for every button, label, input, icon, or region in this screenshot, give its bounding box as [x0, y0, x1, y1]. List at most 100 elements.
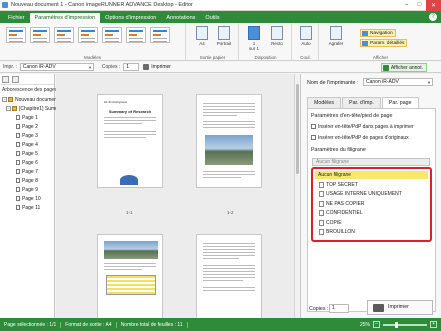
collapse-toggle-icon[interactable]: −	[2, 97, 7, 103]
zoom-in-button[interactable]: +	[430, 321, 437, 328]
show-annotations-button[interactable]: Afficher annot.	[380, 62, 427, 72]
menu-tab-options-impression[interactable]: Options d'impression	[100, 13, 161, 23]
header-footer-print-checkbox[interactable]: Insérer en-tête/PdP dans pages à imprime…	[311, 124, 414, 130]
tree-page-item[interactable]: Page 4	[16, 141, 38, 149]
template-thumbnail[interactable]	[54, 27, 74, 43]
collapse-toggle-icon[interactable]: −	[6, 106, 11, 112]
header-footer-original-checkbox[interactable]: Insérer en-tête/PdP de pages d'originaux	[311, 135, 409, 141]
text-line	[203, 271, 255, 272]
printer-select[interactable]: Canon iR-ADV ▼	[19, 63, 94, 71]
text-line	[203, 255, 255, 256]
scrollbar-thumb[interactable]	[296, 84, 299, 174]
print-toolbar-button[interactable]: Imprimer	[142, 63, 174, 72]
text-line	[203, 249, 255, 250]
group-label-afficher: Afficher	[372, 55, 389, 60]
color-mode-button[interactable]: Auto	[297, 26, 315, 46]
tab-par-imp[interactable]: Par. d'imp.	[342, 97, 381, 108]
tree-item-label: Page 10	[22, 196, 41, 202]
menu-tab-parametres-impression[interactable]: Paramètres d'impression	[29, 13, 101, 23]
tree-page-item[interactable]: Page 1	[16, 114, 38, 122]
template-thumbnail[interactable]	[78, 27, 98, 43]
zoom-slider-knob[interactable]	[395, 321, 398, 328]
page-thumbnail-1[interactable]: ILL-01 Anonymous Summary of Research	[97, 94, 163, 188]
watermark-option[interactable]: CONFIDENTIEL	[316, 209, 427, 217]
staple-icon	[330, 26, 342, 40]
tab-par-page[interactable]: Par. page	[381, 97, 419, 108]
detailed-settings-toggle[interactable]: Param. détaillés	[360, 39, 408, 47]
header-footer-print-label: Insérer en-tête/PdP dans pages à imprime…	[318, 124, 414, 130]
text-line	[104, 134, 156, 135]
paper-size-label: A4	[199, 41, 205, 46]
duplex-icon	[271, 26, 283, 40]
text-line	[203, 268, 255, 269]
close-button[interactable]: ✕	[426, 0, 441, 11]
printer-name-select[interactable]: Canon iR-ADV ▼	[363, 78, 433, 86]
text-line	[104, 131, 156, 132]
tree-page-item[interactable]: Page 7	[16, 168, 38, 176]
text-line	[203, 127, 255, 128]
page-thumbnail-3[interactable]	[97, 234, 163, 318]
watermark-option[interactable]: NE PAS COPIER	[316, 200, 427, 208]
layout-icon	[248, 26, 260, 40]
copies-input[interactable]: 1	[329, 304, 349, 313]
checkbox-icon	[311, 135, 316, 141]
template-thumbnail[interactable]	[126, 27, 146, 43]
navigation-icon	[362, 31, 368, 36]
zoom-slider[interactable]	[383, 321, 427, 328]
duplex-button[interactable]: Recto	[266, 26, 288, 46]
canvas-scrollbar[interactable]	[294, 74, 299, 318]
chevron-down-icon: ▼	[427, 80, 431, 85]
color-icon	[300, 26, 312, 40]
print-button[interactable]: Imprimer	[367, 300, 433, 315]
page-icon	[16, 178, 20, 184]
text-line	[104, 117, 156, 118]
tab-modeles[interactable]: Modèles	[307, 97, 342, 108]
watermark-select[interactable]: Aucun filigrane	[312, 158, 430, 166]
tree-page-item[interactable]: Page 9	[16, 186, 38, 194]
tree-page-item[interactable]: Page 2	[16, 123, 38, 131]
text-line	[104, 123, 142, 124]
orientation-button[interactable]: Portrait	[213, 26, 235, 46]
copies-input[interactable]: 1	[123, 63, 140, 71]
minimize-button[interactable]: –	[400, 0, 413, 11]
tree-page-item[interactable]: Page 5	[16, 150, 38, 158]
watermark-option[interactable]: Aucun filigrane	[315, 171, 428, 179]
text-line	[203, 280, 243, 281]
tree-page-item[interactable]: Page 10	[16, 195, 41, 203]
settings-pane: Nom de l'imprimante : Canon iR-ADV ▼ Mod…	[300, 74, 441, 318]
maximize-button[interactable]: □	[413, 0, 426, 11]
tree-page-item[interactable]: Page 3	[16, 132, 38, 140]
menu-tab-annotations[interactable]: Annotations	[161, 13, 200, 23]
logo-image	[120, 175, 138, 185]
staple-button[interactable]: Agrafer	[324, 26, 348, 46]
tree-page-item[interactable]: Page 6	[16, 159, 38, 167]
page-icon	[16, 169, 20, 175]
watermark-select-value: Aucun filigrane	[316, 159, 350, 165]
text-line	[203, 124, 255, 125]
tree-document-item[interactable]: − Nouveau document 1	[2, 96, 63, 104]
template-thumbnail[interactable]	[30, 27, 50, 43]
page-thumbnail-2[interactable]	[196, 94, 262, 188]
page-thumbnail-4[interactable]	[196, 234, 262, 318]
navigation-toggle[interactable]: Navigation	[360, 29, 396, 37]
ribbon-group-coul: Auto Coul.	[293, 23, 319, 61]
tree-page-item[interactable]: Page 8	[16, 177, 38, 185]
menu-tab-outils[interactable]: Outils	[200, 13, 224, 23]
help-icon[interactable]: ?	[429, 13, 437, 21]
template-thumbnail[interactable]	[6, 27, 26, 43]
expand-icon[interactable]	[2, 75, 9, 83]
watermark-section-title: Paramètres du filigrane	[311, 147, 366, 153]
watermark-option[interactable]: TOP SECRET	[316, 181, 427, 189]
duplex-label: Recto	[271, 41, 283, 46]
watermark-option[interactable]: BROUILLON	[316, 228, 427, 236]
tree-page-item[interactable]: Page 11	[16, 204, 40, 212]
watermark-option[interactable]: COPIE	[316, 219, 427, 227]
watermark-option[interactable]: USAGE INTERNE UNIQUEMENT	[316, 190, 427, 198]
paper-size-button[interactable]: A4	[193, 26, 211, 46]
template-thumbnail[interactable]	[150, 27, 170, 43]
template-thumbnail[interactable]	[102, 27, 122, 43]
menu-tab-fichier[interactable]: Fichier	[3, 13, 30, 23]
add-chapter-icon[interactable]	[12, 75, 19, 83]
pages-per-sheet-button[interactable]: 1 sur 1	[244, 26, 264, 51]
zoom-out-button[interactable]: –	[373, 321, 380, 328]
